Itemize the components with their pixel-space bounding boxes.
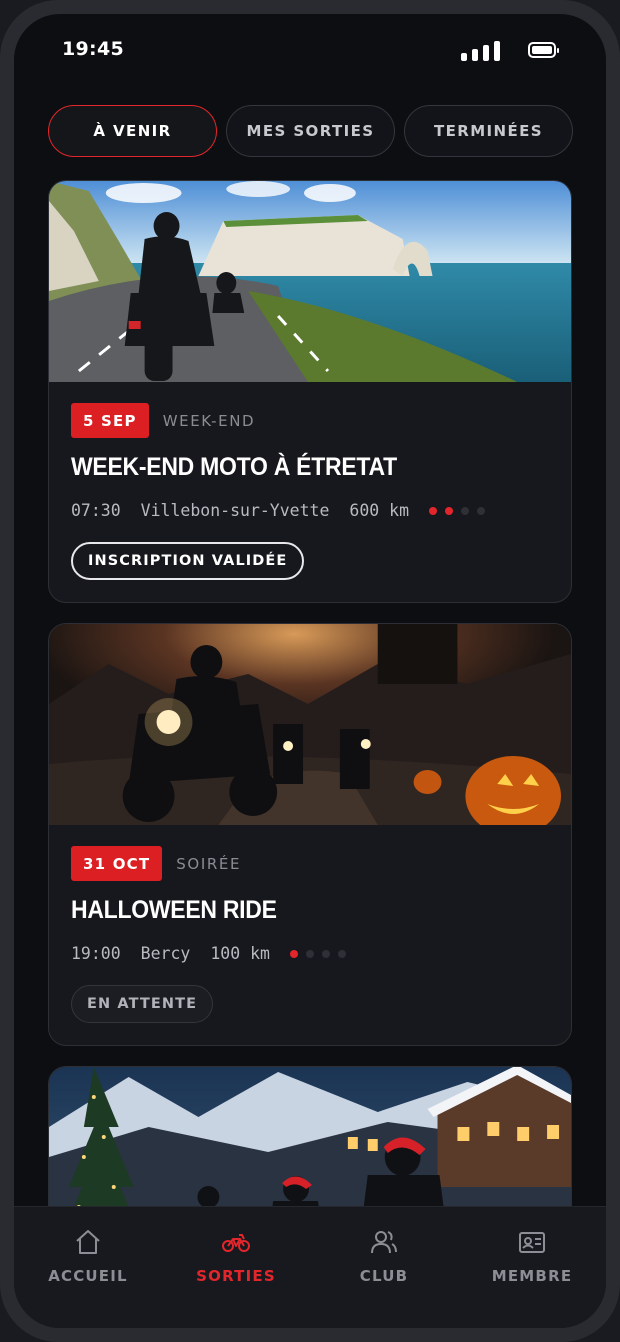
difficulty-dot [321,949,330,958]
event-meta: 31 OCT SOIRÉE [71,846,549,881]
events-feed[interactable]: 5 SEP WEEK-END WEEK-END MOTO À ÉTRETAT 0… [48,180,572,1206]
signal-icon [461,41,500,61]
event-time: 19:00 [71,944,121,963]
tab-mes-sorties[interactable]: MES SORTIES [226,105,395,157]
event-meta: 5 SEP WEEK-END [71,403,549,438]
nav-membre[interactable]: MEMBRE [458,1207,606,1328]
event-image-etretat [49,181,571,382]
nav-club[interactable]: CLUB [310,1207,458,1328]
id-card-icon [519,1232,545,1253]
app-screen: 19:45 À VENIR MES SORTIES TERMINÉES 5 SE… [14,14,606,1328]
nav-sorties[interactable]: SORTIES [162,1207,310,1328]
status-bar: 19:45 [14,14,606,84]
event-card-body: 5 SEP WEEK-END WEEK-END MOTO À ÉTRETAT 0… [49,382,571,602]
event-title: HALLOWEEN RIDE [71,896,277,924]
event-info: 07:30 Villebon-sur-Yvette 600 km [71,501,549,520]
event-image-christmas [49,1067,571,1206]
registration-status-badge: EN ATTENTE [71,985,214,1023]
nav-label: SORTIES [196,1267,276,1285]
date-badge: 31 OCT [71,846,163,881]
home-icon [76,1230,100,1254]
nav-label: ACCUEIL [48,1267,128,1285]
difficulty-dot [461,506,470,515]
phone-frame: 19:45 À VENIR MES SORTIES TERMINÉES 5 SE… [0,0,620,1342]
difficulty-dot [289,949,298,958]
event-card[interactable]: 5 SEP WEEK-END WEEK-END MOTO À ÉTRETAT 0… [48,180,572,603]
tab-a-venir[interactable]: À VENIR [48,105,217,157]
event-image-halloween [49,624,571,825]
event-card[interactable] [48,1066,572,1206]
difficulty-dot [305,949,314,958]
event-distance: 600 km [349,501,410,520]
difficulty-indicator [289,949,346,958]
bottom-navigation: ACCUEIL SORTIES CLUB MEMBRE [14,1206,606,1328]
event-card-body: 31 OCT SOIRÉE HALLOWEEN RIDE 19:00 Bercy… [49,825,571,1045]
event-category: SOIRÉE [176,854,242,873]
event-time: 07:30 [71,501,121,520]
nav-accueil[interactable]: ACCUEIL [14,1207,162,1328]
event-distance: 100 km [210,944,270,963]
event-location: Villebon-sur-Yvette [140,501,330,520]
event-card[interactable]: 31 OCT SOIRÉE HALLOWEEN RIDE 19:00 Bercy… [48,623,572,1046]
event-info: 19:00 Bercy 100 km [71,944,549,963]
date-badge: 5 SEP [71,403,149,438]
event-title: WEEK-END MOTO À ÉTRETAT [71,453,397,481]
tab-terminees[interactable]: TERMINÉES [404,105,573,157]
difficulty-indicator [429,506,486,515]
event-location: Bercy [140,944,191,963]
users-icon [371,1231,397,1254]
motorcycle-icon [222,1234,250,1252]
difficulty-dot [445,506,454,515]
difficulty-dot [429,506,438,515]
filter-tabs: À VENIR MES SORTIES TERMINÉES [48,105,573,157]
registration-status-badge: INSCRIPTION VALIDÉE [71,542,305,580]
nav-label: MEMBRE [491,1267,573,1285]
nav-label: CLUB [359,1267,409,1285]
difficulty-dot [337,949,346,958]
battery-icon [528,42,559,58]
event-category: WEEK-END [162,411,256,430]
status-time: 19:45 [62,38,124,60]
difficulty-dot [477,506,486,515]
